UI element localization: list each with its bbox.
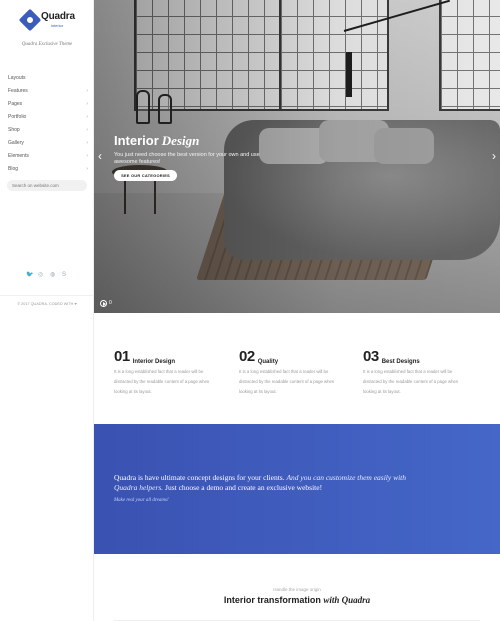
banner-text: Quadra is have ultimate concept designs … — [114, 473, 414, 493]
copyright: © 2017 QUADRA. CODED WITH ♥ — [17, 302, 77, 306]
feature-number: 01 — [114, 348, 130, 365]
hero-title: Interior Design — [114, 133, 199, 149]
chevron-right-icon: › — [86, 166, 88, 172]
feature-item: 01 Interior Design It is a long establish… — [114, 347, 219, 397]
chevron-right-icon: › — [86, 127, 88, 133]
menu-item-gallery[interactable]: Gallery › — [8, 137, 88, 150]
feature-text: It is a long established fact that a rea… — [114, 369, 210, 394]
slide-counter: 0 — [109, 300, 112, 306]
menu-item-elements[interactable]: Elements › — [8, 150, 88, 163]
hero-title-italic: Design — [161, 133, 200, 148]
banner-text-part: Just choose a demo and create an exclusi… — [163, 483, 323, 492]
search-input[interactable] — [7, 180, 87, 191]
chevron-right-icon: › — [86, 140, 88, 146]
promo-banner: Quadra is have ultimate concept designs … — [94, 424, 500, 554]
main-menu: Layouts Features › Pages › Portfolio › Shop… — [8, 72, 88, 176]
menu-item-layouts[interactable]: Layouts — [8, 72, 88, 85]
pinterest-icon[interactable]: ◎ — [38, 271, 43, 279]
transformation-section: Handle the image origin Interior transfo… — [94, 554, 500, 621]
feature-title: Quality — [257, 359, 279, 365]
hero-slider: Interior Design You just need choose the … — [94, 0, 500, 313]
chevron-right-icon: › — [86, 114, 88, 120]
logo-subtitle: interior — [51, 23, 64, 28]
feature-number: 02 — [239, 348, 255, 365]
social-links: 🐦 ◎ ◍ S — [26, 271, 70, 279]
menu-item-shop[interactable]: Shop › — [8, 124, 88, 137]
banner-text-part: Quadra is have ultimate concept designs … — [114, 473, 287, 482]
feature-text: It is a long established fact that a rea… — [363, 369, 459, 394]
skype-icon[interactable]: S — [62, 271, 66, 279]
feature-text: It is a long established fact that a rea… — [239, 369, 335, 394]
logo[interactable]: Quadra interior — [18, 8, 75, 32]
feature-title: Interior Design — [132, 359, 176, 365]
see-categories-button[interactable]: SEE OUR CATEGORIES — [114, 170, 177, 181]
sidebar-divider — [0, 295, 94, 296]
menu-item-label: Features — [8, 88, 28, 94]
menu-item-label: Blog — [8, 166, 19, 172]
logo-name: Quadra — [41, 11, 75, 22]
slider-next-icon[interactable]: › — [492, 150, 496, 162]
dribbble-icon[interactable]: ◍ — [50, 271, 55, 279]
menu-item-label: Gallery — [8, 140, 24, 146]
features-section: 01 Interior Design It is a long establish… — [94, 313, 500, 424]
tagline: Quadra Exclusive Theme — [21, 42, 73, 47]
twitter-icon[interactable]: 🐦 — [26, 271, 33, 279]
menu-item-blog[interactable]: Blog › — [8, 163, 88, 176]
feature-title: Best Designs — [381, 359, 420, 365]
menu-item-label: Pages — [8, 101, 23, 107]
hero-text: You just need choose the best version fo… — [114, 152, 260, 165]
sidebar: Quadra interior Quadra Exclusive Theme L… — [0, 0, 94, 621]
menu-item-features[interactable]: Features › — [8, 85, 88, 98]
logo-mark-icon — [18, 8, 42, 32]
banner-subtext: Make real your all dreams! — [114, 498, 169, 503]
slider-prev-icon[interactable]: ‹ — [98, 150, 102, 162]
section-subtitle: Handle the image origin — [273, 587, 321, 592]
section-title-plain: Interior transformation — [223, 595, 321, 605]
section-title: Interior transformation with Quadra — [94, 595, 500, 605]
menu-item-label: Layouts — [8, 75, 26, 81]
menu-item-pages[interactable]: Pages › — [8, 98, 88, 111]
menu-item-label: Elements — [8, 153, 29, 159]
feature-item: 03 Best Designs It is a long established … — [363, 347, 468, 397]
menu-item-label: Portfolio — [8, 114, 27, 120]
section-title-italic: with Quadra — [323, 595, 371, 605]
feature-item: 02 Quality It is a long established fact … — [239, 347, 344, 397]
hero-title-plain: Interior — [114, 133, 159, 148]
chevron-right-icon: › — [86, 153, 88, 159]
play-icon[interactable] — [100, 300, 107, 307]
chevron-right-icon: › — [86, 88, 88, 94]
feature-number: 03 — [363, 348, 379, 365]
menu-item-portfolio[interactable]: Portfolio › — [8, 111, 88, 124]
menu-item-label: Shop — [8, 127, 20, 133]
chevron-right-icon: › — [86, 101, 88, 107]
